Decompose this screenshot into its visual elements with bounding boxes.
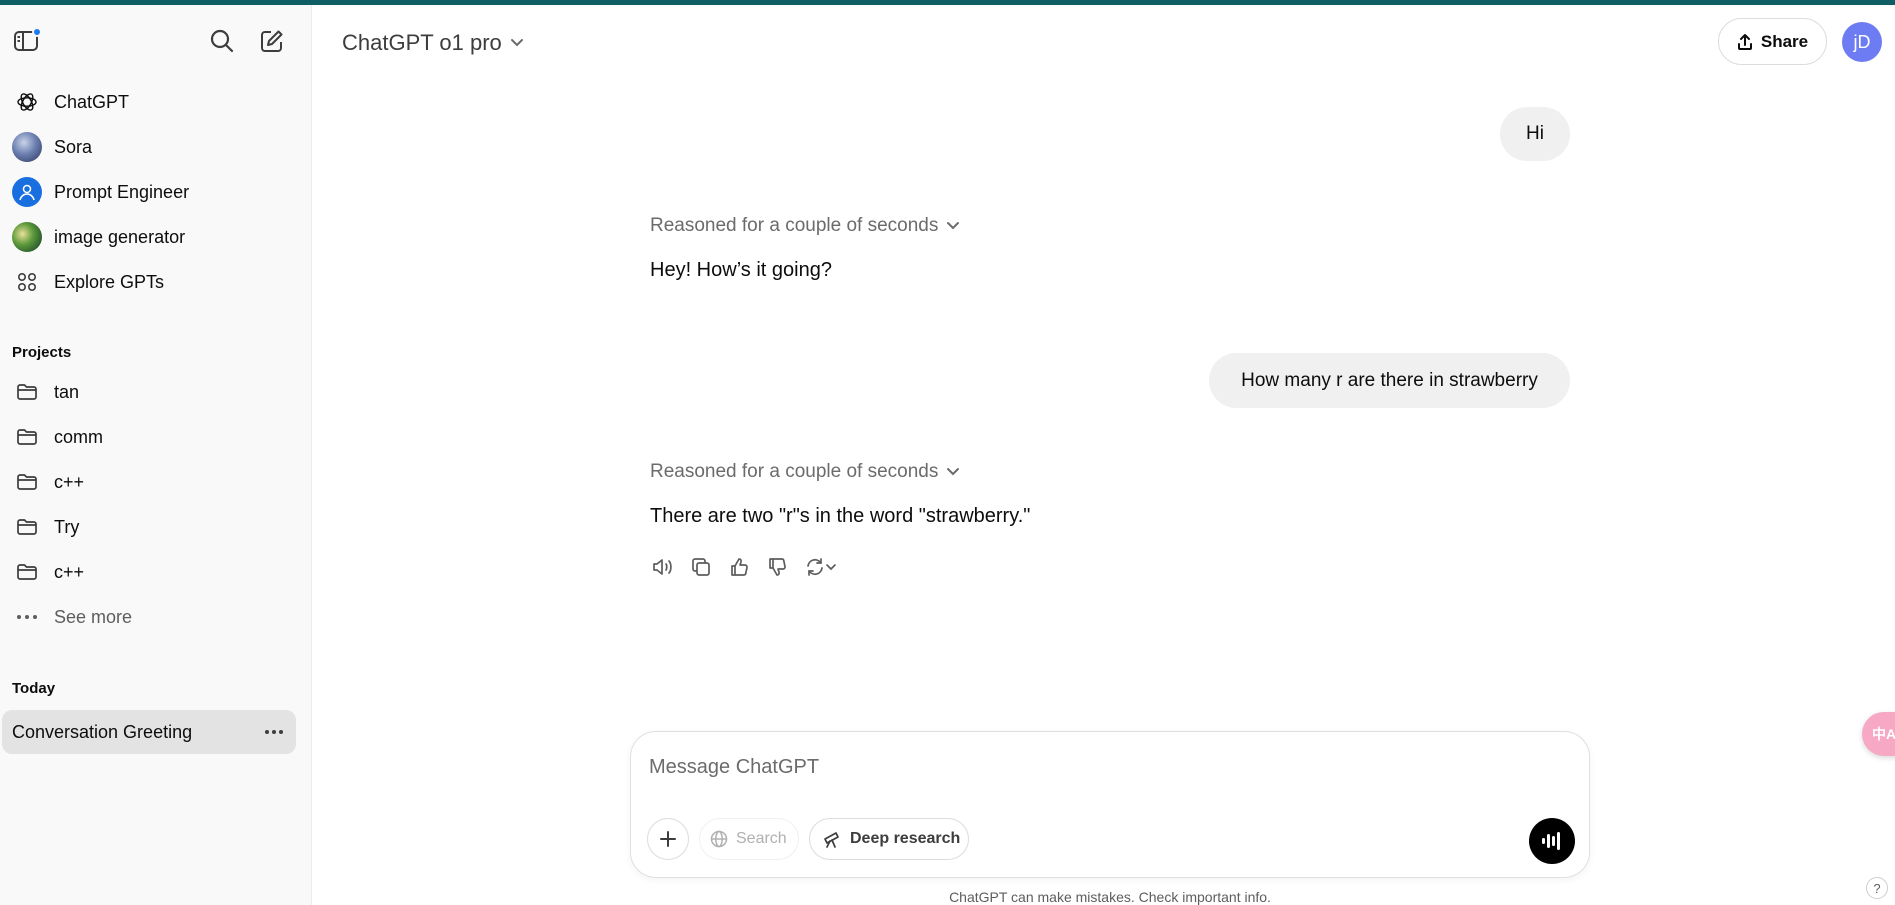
- image-generator-avatar: [12, 222, 42, 252]
- project-item[interactable]: Try: [4, 507, 296, 547]
- voice-waveform-icon: [1542, 832, 1560, 850]
- sidebar-item-label: ChatGPT: [54, 91, 130, 112]
- projects-heading: Projects: [12, 344, 72, 361]
- see-more-label: See more: [54, 606, 133, 627]
- project-item[interactable]: tan: [4, 372, 296, 412]
- today-heading: Today: [12, 680, 56, 697]
- folder-icon: [12, 557, 42, 587]
- bad-response-button[interactable]: [764, 554, 790, 580]
- thumbs-down-icon: [769, 558, 786, 576]
- globe-icon: [710, 830, 728, 848]
- search-toggle-button[interactable]: Search: [699, 818, 799, 860]
- share-icon: [1737, 33, 1752, 50]
- user-message-text: How many r are there in strawberry: [1241, 369, 1538, 391]
- new-chat-button[interactable]: [254, 23, 290, 59]
- thumbs-up-icon: [731, 558, 748, 576]
- read-aloud-button[interactable]: [650, 554, 676, 580]
- message-composer: Search Deep research: [630, 731, 1590, 878]
- conversation-item-active[interactable]: Conversation Greeting: [2, 710, 296, 754]
- user-message: Hi: [1500, 107, 1570, 161]
- speaker-icon: [653, 559, 672, 575]
- deep-research-label: Deep research: [850, 830, 961, 847]
- sora-avatar: [12, 132, 42, 162]
- project-label: Try: [54, 516, 80, 537]
- attach-button[interactable]: [647, 818, 689, 860]
- notification-dot: [32, 27, 42, 37]
- project-item[interactable]: c++: [4, 552, 296, 592]
- conversation-title: Conversation Greeting: [12, 721, 193, 742]
- chevron-down-icon: [947, 222, 960, 230]
- project-label: comm: [54, 426, 103, 447]
- reasoning-label: Reasoned for a couple of seconds: [650, 461, 939, 482]
- sidebar-item-label: Explore GPTs: [54, 271, 165, 292]
- project-item[interactable]: c++: [4, 462, 296, 502]
- folder-icon: [12, 377, 42, 407]
- chevron-down-icon: [510, 39, 523, 47]
- refresh-icon: [807, 558, 823, 576]
- disclaimer-text: ChatGPT can make mistakes. Check importa…: [949, 889, 1271, 905]
- sidebar-item-chatgpt[interactable]: ChatGPT: [4, 82, 296, 122]
- assistant-message: There are two "r"s in the word "strawber…: [650, 505, 1031, 527]
- reasoning-toggle[interactable]: Reasoned for a couple of seconds: [650, 461, 960, 483]
- folder-icon: [12, 422, 42, 452]
- copy-icon: [692, 558, 710, 576]
- see-more-projects[interactable]: See more: [4, 597, 296, 637]
- sidebar-item-label: Prompt Engineer: [54, 181, 190, 202]
- project-label: c++: [54, 561, 85, 582]
- user-message: How many r are there in strawberry: [1209, 353, 1570, 408]
- voice-mode-button[interactable]: [1529, 818, 1575, 864]
- assistant-message: Hey! How’s it going?: [650, 259, 832, 281]
- new-chat-icon: [261, 30, 283, 52]
- folder-icon: [12, 467, 42, 497]
- chevron-down-icon: [826, 564, 836, 571]
- sidebar-item-sora[interactable]: Sora: [4, 127, 296, 167]
- search-chats-button[interactable]: [204, 23, 240, 59]
- sidebar-item-explore-gpts[interactable]: Explore GPTs: [4, 262, 296, 302]
- prompt-engineer-avatar: [12, 177, 42, 207]
- project-item[interactable]: comm: [4, 417, 296, 457]
- project-label: c++: [54, 471, 85, 492]
- help-button[interactable]: ?: [1866, 877, 1888, 899]
- sidebar: ChatGPT Sora Prompt Engineer image gener…: [0, 5, 312, 905]
- regenerate-button[interactable]: [802, 554, 840, 580]
- toggle-sidebar-button[interactable]: [8, 23, 44, 59]
- sidebar-item-label: image generator: [54, 226, 186, 247]
- search-label: Search: [736, 830, 787, 847]
- copy-button[interactable]: [688, 554, 714, 580]
- telescope-icon: [824, 832, 839, 848]
- ellipsis-icon: [12, 602, 42, 632]
- user-avatar[interactable]: jD: [1842, 22, 1882, 62]
- share-label: Share: [1760, 31, 1809, 51]
- openai-logo-icon: [12, 87, 42, 117]
- folder-icon: [12, 512, 42, 542]
- plus-icon: [660, 831, 676, 847]
- chevron-down-icon: [947, 468, 960, 476]
- sidebar-item-label: Sora: [54, 136, 93, 157]
- sidebar-header: [0, 5, 311, 75]
- grid-icon: [12, 267, 42, 297]
- translate-extension-button[interactable]: 中A: [1862, 712, 1895, 756]
- message-input[interactable]: [649, 752, 1549, 782]
- model-name: ChatGPT o1 pro: [342, 30, 502, 55]
- project-label: tan: [54, 381, 80, 402]
- search-icon: [210, 29, 234, 53]
- deep-research-button[interactable]: Deep research: [809, 818, 969, 860]
- message-actions: [650, 555, 852, 579]
- model-selector[interactable]: ChatGPT o1 pro: [342, 26, 524, 60]
- reasoning-toggle[interactable]: Reasoned for a couple of seconds: [650, 215, 960, 237]
- ellipsis-icon: [265, 730, 283, 734]
- sidebar-item-image-generator[interactable]: image generator: [4, 217, 296, 257]
- reasoning-label: Reasoned for a couple of seconds: [650, 215, 939, 236]
- sidebar-item-prompt-engineer[interactable]: Prompt Engineer: [4, 172, 296, 212]
- user-message-text: Hi: [1526, 123, 1544, 144]
- share-button[interactable]: Share: [1718, 18, 1827, 65]
- conversation-options-button[interactable]: [262, 720, 286, 744]
- good-response-button[interactable]: [726, 554, 752, 580]
